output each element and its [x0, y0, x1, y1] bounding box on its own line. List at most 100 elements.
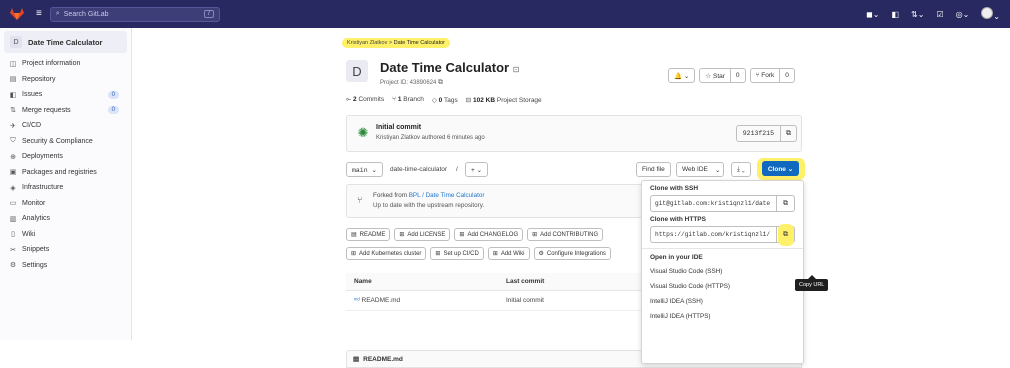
chip-set-up-ci-cd[interactable]: ⊞ Set up CI/CD: [430, 247, 484, 260]
menu-icon[interactable]: ≡: [36, 9, 42, 19]
web-ide-button[interactable]: Web IDE: [676, 162, 714, 177]
star-count[interactable]: 0: [730, 68, 746, 83]
search-input[interactable]: ⌕ Search GitLab /: [49, 6, 220, 22]
fork-icon: ⑂: [357, 195, 363, 205]
help-icon[interactable]: ◎⌄: [956, 10, 970, 19]
chip-add-changelog[interactable]: ⊞ Add CHANGELOG: [454, 228, 524, 241]
storage-link[interactable]: ⊟ 102 KB Project Storage: [466, 96, 542, 104]
ssh-section-title: Clone with SSH: [650, 185, 699, 192]
sidebar-item-deployments[interactable]: ⊕ Deployments: [0, 149, 131, 165]
sidebar-item-label: Monitor: [22, 199, 46, 207]
fork-count[interactable]: 0: [780, 68, 795, 83]
chip-readme[interactable]: ▤ README: [346, 228, 391, 241]
merge-requests-icon[interactable]: ⇅⌄: [911, 10, 924, 19]
create-new-icon[interactable]: ◼⌄: [866, 10, 879, 19]
ide-option[interactable]: IntelliJ IDEA (HTTPS): [642, 309, 803, 324]
branches-link[interactable]: ⑂ 1 Branch: [392, 96, 424, 104]
commit-avatar-icon: ✺: [357, 125, 369, 140]
sidebar-item-packages-and-registries[interactable]: ▣ Packages and registries: [0, 165, 131, 181]
sidebar-item-label: CI/CD: [22, 122, 42, 130]
fork-button[interactable]: ⑂ Fork: [749, 68, 781, 83]
commits-link[interactable]: ⟜ 2 Commits: [346, 96, 384, 104]
tags-link[interactable]: ◇ 0 Tags: [432, 96, 458, 104]
chip-add-license[interactable]: ⊞ Add LICENSE: [394, 228, 451, 241]
plus-square-icon: ⊞: [435, 251, 441, 257]
download-dropdown[interactable]: ⤓ ⌄: [731, 162, 751, 177]
branch-selector[interactable]: main ⌄: [346, 162, 383, 177]
ide-option[interactable]: Visual Studio Code (SSH): [642, 264, 803, 279]
chart-icon: ▥: [9, 215, 17, 223]
sidebar-item-wiki[interactable]: ▯ Wiki: [0, 227, 131, 243]
chip-add-wiki[interactable]: ⊞ Add Wiki: [487, 247, 530, 260]
gitlab-logo-icon[interactable]: [10, 8, 24, 20]
sidebar-item-label: Merge requests: [22, 106, 71, 114]
sidebar-item-analytics[interactable]: ▥ Analytics: [0, 211, 131, 227]
copy-id-icon[interactable]: ⧉: [438, 79, 443, 86]
merge-icon: ⇅: [10, 107, 16, 115]
file-name[interactable]: ᵐᵈ README.md: [346, 297, 506, 304]
clone-button[interactable]: Clone ⌄: [762, 161, 799, 176]
sidebar-item-infrastructure[interactable]: ◈ Infrastructure: [0, 180, 131, 196]
sidebar-item-repository[interactable]: ▤ Repository: [0, 72, 131, 88]
issues-icon[interactable]: ◧: [891, 10, 899, 19]
notification-button[interactable]: 🔔 ⌄: [668, 68, 696, 83]
breadcrumb: Kristiyan Zlatkov > Date Time Calculator: [342, 38, 450, 48]
clone-dropdown: Clone with SSH git@gitlab.com:kristiqnzl…: [641, 180, 804, 364]
ide-option[interactable]: Visual Studio Code (HTTPS): [642, 279, 803, 294]
web-ide-caret[interactable]: ⌄: [712, 162, 725, 177]
avatar[interactable]: ⌄: [981, 7, 1000, 21]
plus-square-icon: ⊞: [492, 251, 498, 257]
sidebar-item-monitor[interactable]: ▭ Monitor: [0, 196, 131, 212]
page-title: Date Time Calculator ⊡: [380, 60, 520, 75]
chip-add-kubernetes-cluster[interactable]: ⊞ Add Kubernetes cluster: [346, 247, 427, 260]
project-avatar: D: [346, 60, 368, 82]
https-section-title: Clone with HTTPS: [650, 216, 706, 223]
gear-icon: ⚙: [9, 262, 17, 270]
sidebar-project-header[interactable]: D Date Time Calculator: [4, 31, 127, 53]
copy-https-icon[interactable]: ⧉: [777, 224, 795, 246]
quick-actions-row-1: ▤ README ⊞ Add LICENSE ⊞ Add CHANGELOG ⊞ Add CO…: [346, 228, 604, 241]
repo-path[interactable]: date-time-calculator: [390, 166, 447, 173]
top-navbar: ≡ ⌕ Search GitLab / ◼⌄ ◧ ⇅⌄ ☑ ◎⌄ ⌄: [0, 0, 1010, 28]
doc-icon: ▤: [9, 76, 17, 84]
count-badge: 0: [107, 106, 119, 115]
ide-section-title: Open in your IDE: [650, 254, 703, 261]
sidebar-item-merge-requests[interactable]: ⇅ Merge requests 0: [0, 103, 131, 119]
find-file-button[interactable]: Find file: [636, 162, 671, 177]
sidebar-item-label: Infrastructure: [22, 184, 64, 192]
chip-configure-integrations[interactable]: ⚙ Configure Integrations: [533, 247, 611, 260]
ssh-url-field[interactable]: git@gitlab.com:kristiqnzl1/date: [650, 195, 777, 212]
sidebar-item-project-information[interactable]: ◫ Project information: [0, 56, 131, 72]
star-button[interactable]: ☆ Star: [699, 68, 731, 83]
repo-toolbar: main ⌄ date-time-calculator / + ⌄ Find f…: [346, 158, 805, 180]
commit-sha[interactable]: 9213f215: [735, 125, 781, 142]
project-actions: 🔔 ⌄ ☆ Star 0 ⑂ Fork 0: [668, 68, 795, 83]
sidebar-item-security-compliance[interactable]: ⛉ Security & Compliance: [0, 134, 131, 150]
copy-ssh-icon[interactable]: ⧉: [777, 195, 795, 212]
left-sidebar: D Date Time Calculator ◫ Project informat…: [0, 28, 132, 340]
sidebar-item-issues[interactable]: ◧ Issues 0: [0, 87, 131, 103]
sidebar-item-snippets[interactable]: ✂ Snippets: [0, 242, 131, 258]
copy-sha-icon[interactable]: ⧉: [781, 125, 797, 142]
fork-source-link[interactable]: BPL / Date Time Calculator: [409, 192, 485, 199]
book-icon: ▯: [11, 231, 15, 239]
markdown-icon: ᵐᵈ: [354, 298, 360, 304]
sidebar-item-settings[interactable]: ⚙ Settings: [0, 258, 131, 274]
gear-icon: ⚙: [538, 251, 544, 257]
scissors-icon: ✂: [10, 246, 16, 254]
chip-add-contributing[interactable]: ⊞ Add CONTRIBUTING: [527, 228, 604, 241]
todo-icon[interactable]: ☑: [936, 10, 943, 19]
file-last-commit[interactable]: Initial commit: [506, 297, 544, 304]
sidebar-item-label: Snippets: [22, 246, 50, 254]
commit-message[interactable]: Initial commit: [376, 124, 421, 131]
breadcrumb-owner[interactable]: Kristiyan Zlatkov: [347, 40, 387, 46]
add-dropdown[interactable]: + ⌄: [465, 162, 489, 177]
plus-square-icon: ⊞: [399, 232, 405, 238]
copy-url-tooltip: Copy URL: [795, 275, 829, 291]
https-url-field[interactable]: https://gitlab.com/kristiqnzl1/: [650, 226, 777, 243]
shield-icon: ⛉: [10, 137, 16, 145]
sidebar-item-ci-cd[interactable]: ✈ CI/CD: [0, 118, 131, 134]
sidebar-item-label: Packages and registries: [22, 168, 97, 176]
breadcrumb-current[interactable]: Date Time Calculator: [394, 40, 445, 46]
ide-option[interactable]: IntelliJ IDEA (SSH): [642, 294, 803, 309]
